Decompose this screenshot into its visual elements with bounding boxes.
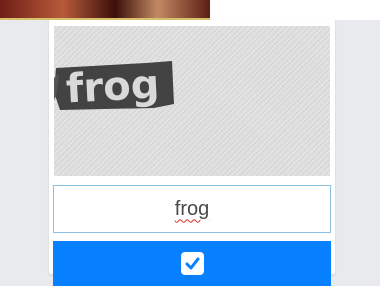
top-right-panel (210, 0, 380, 20)
captcha-card: frog frog (49, 20, 335, 286)
captcha-answer-field[interactable]: frog (53, 185, 331, 233)
captcha-word: frog (65, 62, 161, 113)
background-photo-strip (0, 0, 210, 20)
captcha-image: frog (54, 26, 330, 176)
captcha-answer-value: frog (174, 197, 210, 220)
submit-button[interactable] (53, 241, 331, 286)
check-icon (180, 252, 204, 275)
captcha-graphic: frog (54, 61, 174, 113)
